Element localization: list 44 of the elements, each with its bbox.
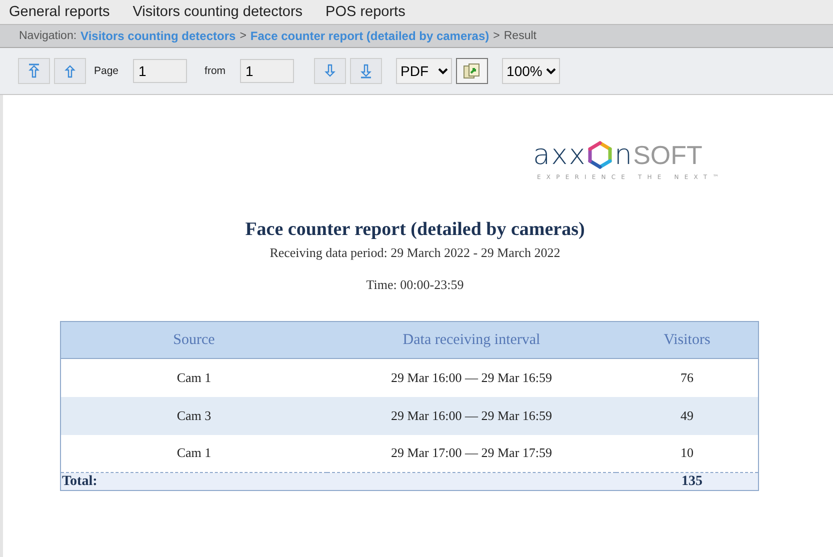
table-cell: 29 Mar 16:00 — 29 Mar 16:59 [327, 396, 616, 434]
menu-tab[interactable]: Visitors counting detectors [132, 4, 303, 20]
logo-text: SOFT [633, 141, 702, 169]
table-cell: Cam 3 [60, 396, 327, 434]
total-label: Total: [60, 472, 616, 490]
breadcrumb-separator: > [493, 30, 500, 42]
report-period: Receiving data period: 29 March 2022 - 29 March 2022 [268, 245, 562, 261]
report-time: Time: 00:00-23:59 [365, 277, 465, 293]
total-pages-field[interactable]: 1 [240, 59, 294, 83]
column-header: Source [60, 322, 327, 358]
zoom-dropdown[interactable]: 100% [502, 58, 560, 84]
table-cell: 49 [616, 396, 758, 434]
page-field[interactable]: 1 [132, 59, 187, 83]
breadcrumb-current: Result [504, 30, 536, 42]
table-cell: Cam 1 [60, 358, 327, 396]
last-page-button[interactable] [350, 58, 382, 84]
column-header: Data receiving interval [327, 322, 616, 358]
from-label: from [204, 65, 226, 77]
column-header: Visitors [616, 322, 758, 358]
format-dropdown[interactable]: PDF [396, 58, 452, 84]
breadcrumb-separator: > [240, 30, 246, 42]
first-page-button[interactable] [18, 58, 50, 84]
total-value: 135 [616, 472, 758, 490]
page-label: Page [94, 65, 119, 77]
arrow-to-bar-icon [360, 63, 372, 79]
table-cell: 10 [616, 434, 758, 472]
arrow-icon [64, 63, 76, 79]
menu-tab[interactable]: General reports [9, 4, 110, 20]
table-cell: 29 Mar 17:00 — 29 Mar 17:59 [327, 434, 616, 472]
report-title: Face counter report (detailed by cameras) [244, 218, 586, 241]
menu-tab[interactable]: POS reports [326, 4, 406, 20]
table-cell: 29 Mar 16:00 — 29 Mar 16:59 [327, 358, 616, 396]
next-page-button[interactable] [314, 58, 346, 84]
logo-text: n [614, 141, 634, 169]
arrow-to-bar-icon [28, 63, 40, 79]
logo-text: axx [533, 141, 586, 169]
export-icon [462, 63, 481, 79]
hexagon-logo-icon [587, 141, 614, 169]
previous-page-button[interactable] [54, 58, 86, 84]
table-cell: Cam 1 [60, 434, 327, 472]
table-cell: 76 [616, 358, 758, 396]
arrow-icon [324, 63, 336, 79]
export-button[interactable] [456, 58, 488, 84]
navigation-label: Navigation: [19, 30, 77, 42]
